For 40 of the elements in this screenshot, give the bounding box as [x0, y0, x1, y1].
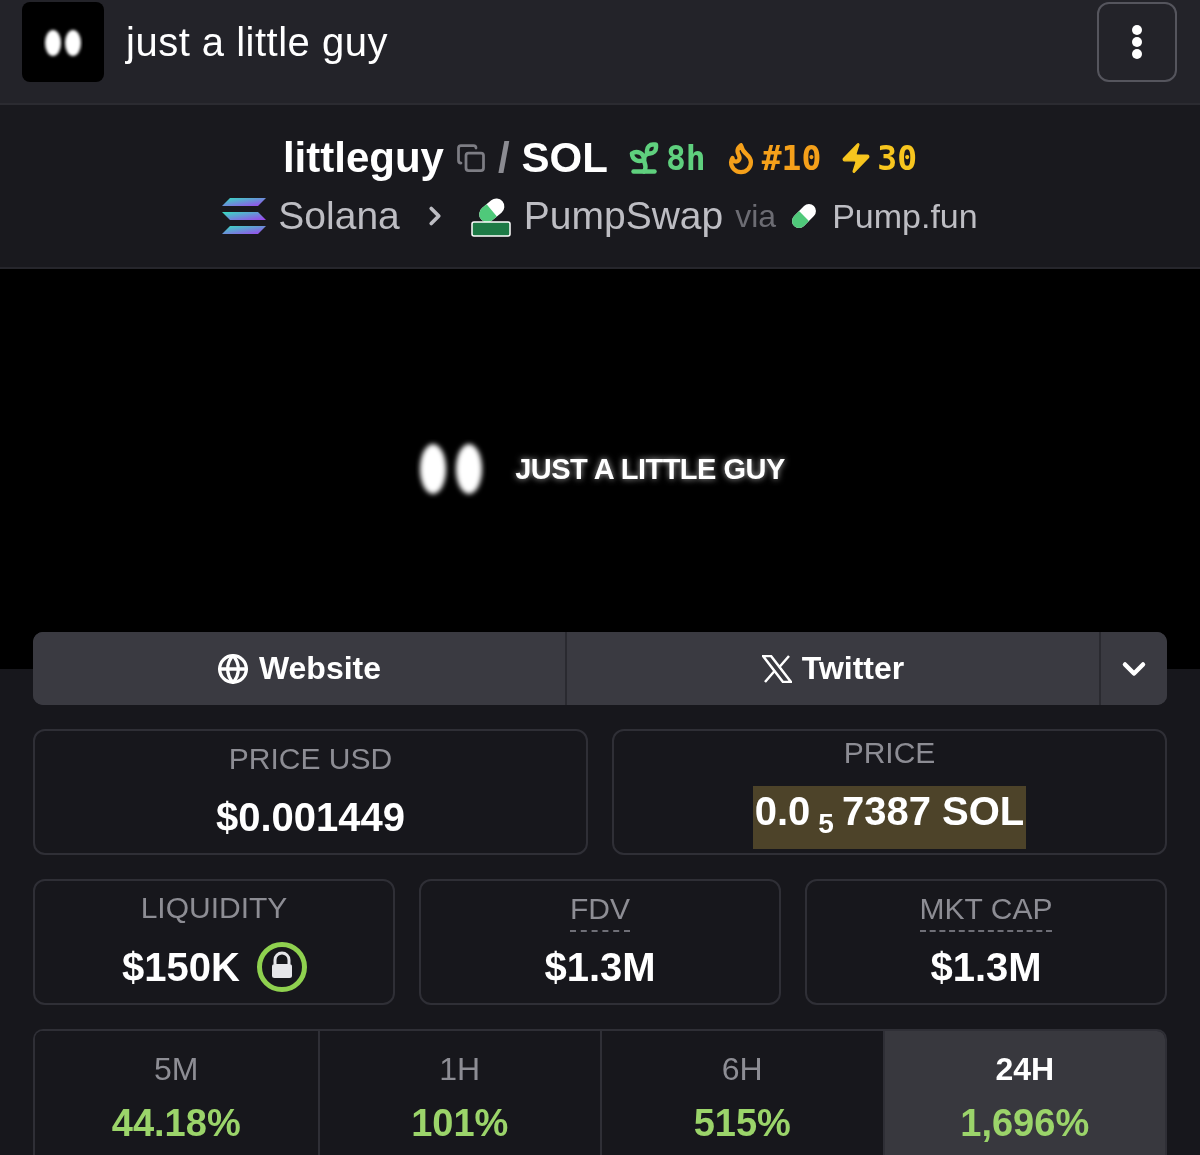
card-label: MKT CAP — [919, 892, 1053, 932]
globe-icon — [216, 652, 249, 685]
pill-swap-icon — [469, 195, 512, 237]
badge-text: #10 — [761, 138, 822, 178]
eyes-logo-icon — [22, 2, 104, 82]
more-vertical-icon — [1131, 24, 1143, 60]
period-label: 6H — [721, 1051, 763, 1088]
period-label: 5M — [154, 1051, 199, 1088]
base-symbol: littleguy — [282, 134, 444, 182]
banner-text: JUST A LITTLE GUY — [515, 452, 785, 486]
card-value: $0.001449 — [214, 794, 407, 841]
via-label: via — [735, 197, 777, 235]
dex-name: PumpSwap — [523, 194, 724, 238]
link-button[interactable]: Website — [33, 632, 567, 705]
chain-name: Solana — [278, 194, 400, 238]
period-label: 24H — [995, 1051, 1055, 1088]
change-value: 44.18% — [111, 1102, 241, 1145]
copy-icon[interactable] — [455, 143, 486, 173]
card-label: LIQUIDITY — [140, 891, 288, 926]
change-value: 1,696% — [960, 1102, 1090, 1145]
card-label: PRICE USD — [228, 742, 393, 777]
token-name: just a little guy — [126, 19, 388, 65]
card-value: $1.3M — [543, 944, 657, 991]
change-value: 101% — [411, 1102, 509, 1145]
pair-separator: / — [497, 134, 510, 182]
change-value: 515% — [693, 1102, 791, 1145]
solana-logo-icon — [222, 198, 267, 234]
card-value: $150K — [121, 944, 241, 991]
period-label: 1H — [439, 1051, 481, 1088]
card-label: FDV — [570, 892, 630, 932]
x-logo-icon — [761, 654, 792, 683]
period-tab[interactable]: 24H 1,696% — [882, 1031, 1165, 1155]
launchpad-name: Pump.fun — [832, 196, 978, 236]
card-value: $1.3M — [929, 944, 1043, 991]
badge-text: 30 — [877, 138, 918, 178]
more-options-button[interactable] — [1097, 2, 1177, 82]
card-value: 0.0$_{5}$7387 SOL — [752, 785, 1027, 849]
badge-text: 8h — [665, 138, 706, 178]
card-label: PRICE — [843, 735, 936, 771]
quote-symbol: SOL — [521, 134, 608, 182]
